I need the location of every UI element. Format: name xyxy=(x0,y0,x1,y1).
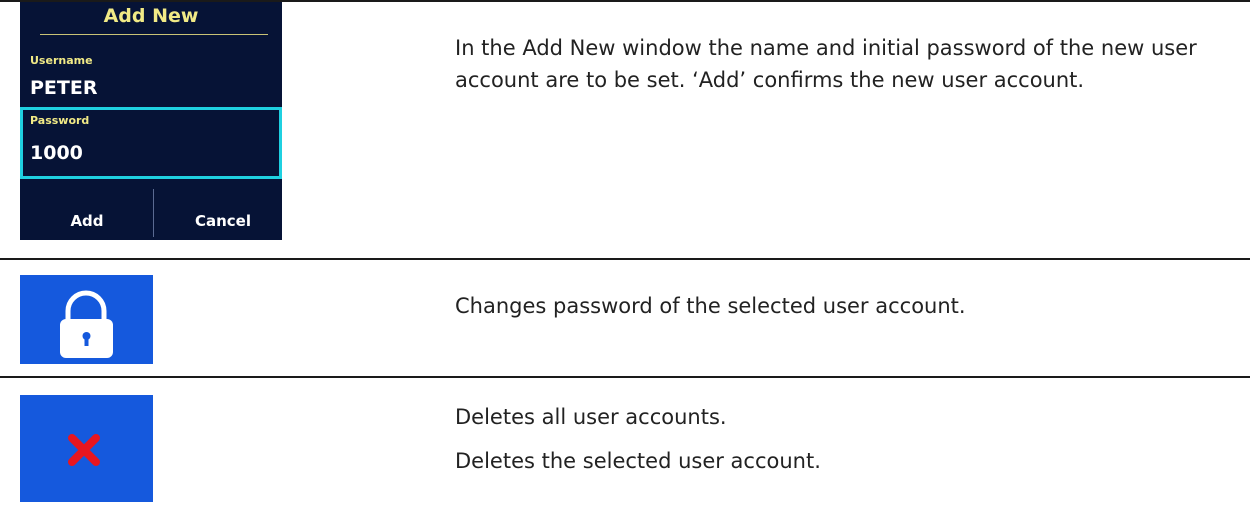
add-button[interactable]: Add xyxy=(42,212,132,230)
password-label: Password xyxy=(30,114,90,127)
row1-text: In the Add New window the name and initi… xyxy=(455,36,1197,92)
row2-description: Changes password of the selected user ac… xyxy=(455,290,966,322)
cancel-button[interactable]: Cancel xyxy=(170,212,276,230)
row3-description: Deletes all user accounts. Deletes the s… xyxy=(455,401,821,477)
password-field[interactable]: 1000 xyxy=(30,142,83,164)
add-new-dialog: Add New Username PETER Password 1000 Add… xyxy=(20,2,282,240)
row2-text: Changes password of the selected user ac… xyxy=(455,294,966,318)
row1-description: In the Add New window the name and initi… xyxy=(455,32,1225,96)
dialog-title-divider xyxy=(40,34,268,35)
table-rule-row2 xyxy=(0,258,1250,260)
username-label: Username xyxy=(30,54,93,67)
row3-text-line1: Deletes all user accounts. xyxy=(455,405,727,429)
table-rule-row3 xyxy=(0,376,1250,378)
row3-text-line2: Deletes the selected user account. xyxy=(455,449,821,473)
change-password-button[interactable] xyxy=(20,275,153,364)
lock-icon xyxy=(60,290,113,358)
delete-x-icon xyxy=(68,434,100,466)
username-field[interactable]: PETER xyxy=(30,77,97,99)
delete-button[interactable] xyxy=(20,395,153,502)
button-divider xyxy=(153,189,154,237)
dialog-title: Add New xyxy=(103,5,199,27)
